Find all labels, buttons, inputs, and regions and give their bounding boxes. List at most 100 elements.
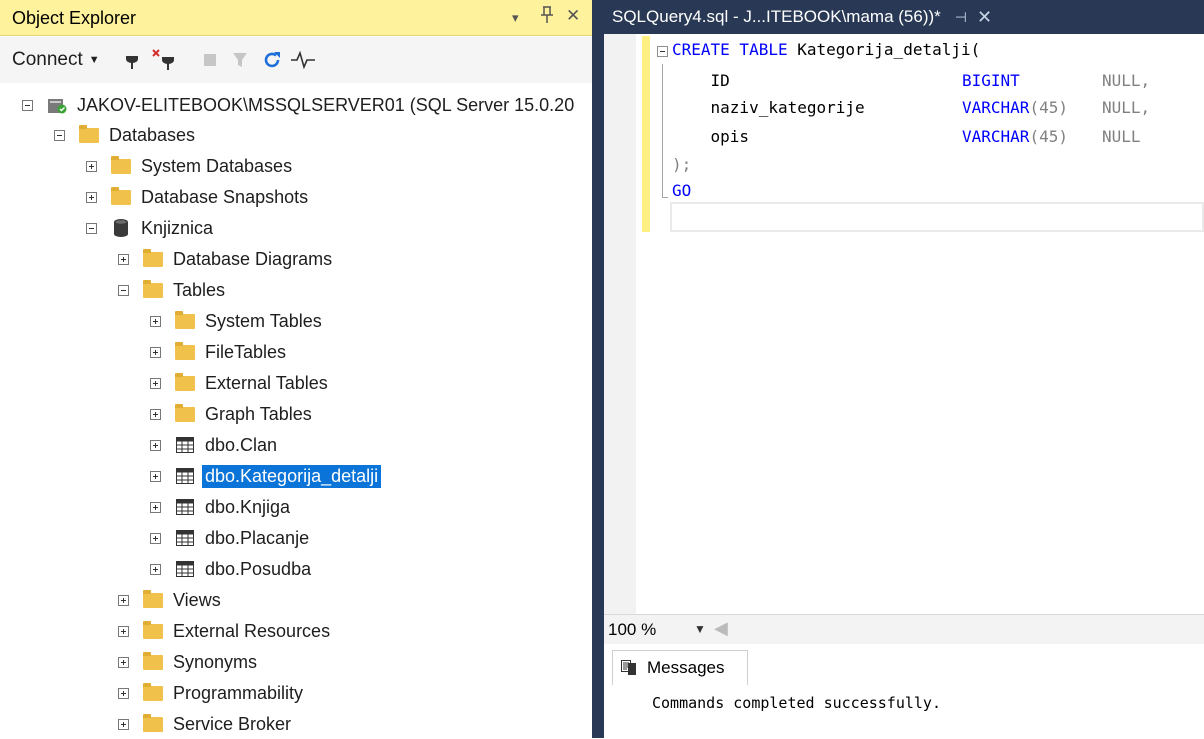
expand-toggle[interactable] xyxy=(118,687,129,699)
code-line-3-type: VARCHAR(45) xyxy=(962,97,1068,119)
expand-toggle[interactable] xyxy=(150,315,161,327)
collapse-toggle[interactable] xyxy=(118,284,129,296)
code-line-3-null: NULL, xyxy=(1102,97,1150,119)
close-icon[interactable]: ✕ xyxy=(977,7,992,28)
tree-node-knjiznica[interactable]: Knjiznica xyxy=(86,213,213,243)
tree-node-table-knjiga[interactable]: dbo.Knjiga xyxy=(150,492,290,522)
pin-icon[interactable] xyxy=(540,6,554,29)
object-explorer-tree: JAKOV-ELITEBOOK\MSSQLSERVER01 (SQL Serve… xyxy=(0,88,592,738)
expand-toggle[interactable] xyxy=(118,625,129,637)
server-icon xyxy=(47,96,67,114)
code-editor[interactable]: CREATE TABLE Kategorija_detalji( ID BIGI… xyxy=(604,34,1204,614)
folder-icon xyxy=(175,341,195,361)
pin-icon[interactable]: ⊣ xyxy=(955,9,967,26)
type-token: BIGINT xyxy=(962,71,1020,90)
null-token: NULL, xyxy=(1102,71,1151,90)
folder-icon xyxy=(143,589,163,609)
tree-label-database-diagrams: Database Diagrams xyxy=(173,248,333,269)
panel-splitter[interactable] xyxy=(592,0,604,738)
connect-button[interactable]: Connect ▼ xyxy=(12,37,100,83)
tree-node-table-kategorija-detalji[interactable]: dbo.Kategorija_detalji xyxy=(150,461,383,491)
chevron-down-icon: ▼ xyxy=(88,54,100,66)
expand-toggle[interactable] xyxy=(150,563,161,575)
column-name-token: opis xyxy=(672,127,750,146)
collapse-toggle[interactable] xyxy=(54,129,65,141)
tree-label-databases: Databases xyxy=(109,124,196,145)
expand-toggle[interactable] xyxy=(150,532,161,544)
collapse-region-icon[interactable] xyxy=(657,46,668,57)
refresh-icon[interactable] xyxy=(262,37,282,83)
tree-node-system-databases[interactable]: System Databases xyxy=(86,151,292,181)
tab-sqlquery4[interactable]: SQLQuery4.sql - J...ITEBOOK\mama (56))* … xyxy=(604,0,1036,34)
tree-label-system-tables: System Tables xyxy=(205,310,322,331)
tree-label-table-kategorija-detalji: dbo.Kategorija_detalji xyxy=(200,463,383,489)
tree-node-table-placanje[interactable]: dbo.Placanje xyxy=(150,523,309,553)
activity-monitor-icon[interactable] xyxy=(290,37,316,83)
tree-node-database-diagrams[interactable]: Database Diagrams xyxy=(118,244,332,274)
code-line-2: ID xyxy=(672,70,730,92)
tree-label-table-knjiga: dbo.Knjiga xyxy=(205,496,291,517)
expand-toggle[interactable] xyxy=(150,346,161,358)
table-icon xyxy=(175,467,195,485)
tree-node-table-posudba[interactable]: dbo.Posudba xyxy=(150,554,311,584)
identifier-token: Kategorija_detalji( xyxy=(787,40,981,59)
expand-toggle[interactable] xyxy=(150,470,161,482)
tree-node-table-clan[interactable]: dbo.Clan xyxy=(150,430,277,460)
tree-node-views[interactable]: Views xyxy=(118,585,221,615)
folder-icon xyxy=(143,279,163,299)
tree-node-programmability[interactable]: Programmability xyxy=(118,678,303,708)
window-position-dropdown-icon[interactable]: ▾ xyxy=(512,10,519,26)
tree-node-database-snapshots[interactable]: Database Snapshots xyxy=(86,182,308,212)
tree-node-server[interactable]: JAKOV-ELITEBOOK\MSSQLSERVER01 (SQL Serve… xyxy=(22,90,574,120)
expand-toggle[interactable] xyxy=(86,191,97,203)
outline-fold-end xyxy=(662,197,668,198)
code-line-4-null: NULL xyxy=(1102,126,1141,148)
tree-label-table-posudba: dbo.Posudba xyxy=(205,558,312,579)
tree-label-tables: Tables xyxy=(173,279,226,300)
stop-icon[interactable] xyxy=(204,37,216,83)
expand-toggle[interactable] xyxy=(118,718,129,730)
expand-toggle[interactable] xyxy=(150,501,161,513)
code-line-2-type: BIGINT xyxy=(962,70,1020,92)
tree-node-synonyms[interactable]: Synonyms xyxy=(118,647,257,677)
expand-toggle[interactable] xyxy=(150,408,161,420)
scroll-left-icon[interactable]: ◀ xyxy=(714,618,728,639)
column-name-token: ID xyxy=(672,71,730,90)
tab-messages[interactable]: Messages xyxy=(612,650,748,685)
zoom-level-select[interactable]: 100 % xyxy=(608,620,656,640)
type-token: VARCHAR xyxy=(962,98,1030,117)
tree-label-service-broker: Service Broker xyxy=(173,713,292,734)
filter-icon[interactable] xyxy=(232,37,248,83)
code-line-6: GO xyxy=(672,181,692,200)
expand-toggle[interactable] xyxy=(118,253,129,265)
tree-node-service-broker[interactable]: Service Broker xyxy=(118,709,291,739)
object-explorer-panel: Object Explorer ▾ ✕ Connect ▼ JAKOV-ELIT… xyxy=(0,0,592,738)
close-icon[interactable]: ✕ xyxy=(566,6,580,26)
null-token: NULL, xyxy=(1102,98,1151,117)
keyword-token: CREATE TABLE xyxy=(672,40,788,59)
expand-toggle[interactable] xyxy=(150,377,161,389)
tree-node-databases[interactable]: Databases xyxy=(54,120,195,150)
tree-node-graph-tables[interactable]: Graph Tables xyxy=(150,399,312,429)
expand-toggle[interactable] xyxy=(150,439,161,451)
tree-node-external-resources[interactable]: External Resources xyxy=(118,616,330,646)
chevron-down-icon[interactable]: ▼ xyxy=(694,622,706,636)
tree-label-server: JAKOV-ELITEBOOK\MSSQLSERVER01 (SQL Serve… xyxy=(77,94,575,115)
tree-node-system-tables[interactable]: System Tables xyxy=(150,306,322,336)
results-panel: Messages Commands completed successfully… xyxy=(604,644,1204,738)
connect-object-explorer-icon[interactable] xyxy=(124,37,140,83)
folder-icon xyxy=(143,713,163,733)
expand-toggle[interactable] xyxy=(118,594,129,606)
expand-toggle[interactable] xyxy=(86,160,97,172)
expand-toggle[interactable] xyxy=(118,656,129,668)
tree-node-external-tables[interactable]: External Tables xyxy=(150,368,328,398)
tree-label-knjiznica: Knjiznica xyxy=(141,217,214,238)
tree-node-tables[interactable]: Tables xyxy=(118,275,225,305)
code-line-4-type: VARCHAR(45) xyxy=(962,126,1068,148)
collapse-toggle[interactable] xyxy=(86,222,97,234)
collapse-toggle[interactable] xyxy=(22,99,33,111)
disconnect-icon[interactable] xyxy=(152,37,178,83)
database-icon xyxy=(111,219,131,237)
tree-label-external-resources: External Resources xyxy=(173,620,331,641)
tree-node-filetables[interactable]: FileTables xyxy=(150,337,286,367)
